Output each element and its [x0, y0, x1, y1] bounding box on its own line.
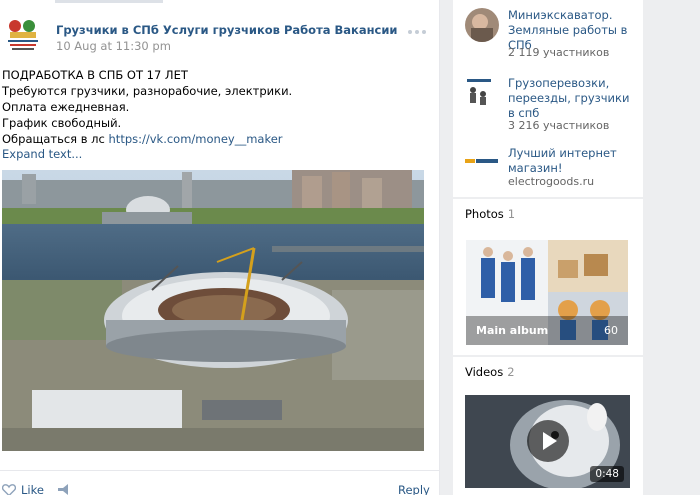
expand-text-link[interactable]: Expand text...	[2, 147, 82, 161]
videos-count: 2	[507, 365, 515, 379]
album-name: Main album	[476, 324, 549, 337]
post-text-line: Оплата ежедневная.	[2, 100, 130, 114]
group-item[interactable]: Грузоперевозки, переезды, грузчики в спб…	[465, 76, 637, 136]
groups-list: Миниэкскаватор. Земляные работы в СПб 2 …	[453, 0, 643, 197]
group-name[interactable]: Лучший интернет магазин!	[508, 146, 636, 176]
photos-header[interactable]: Photos 1	[465, 207, 515, 221]
more-options-icon[interactable]	[408, 30, 426, 36]
group-site: electrogoods.ru	[508, 175, 595, 188]
videos-block: Videos 2 0:48	[453, 357, 643, 495]
group-avatar[interactable]	[2, 13, 44, 55]
post-photo[interactable]	[2, 170, 424, 451]
album-count: 60	[604, 324, 618, 337]
post-text-line: Требуются грузчики, разнорабочие, электр…	[2, 84, 293, 98]
photos-count: 1	[507, 207, 516, 221]
photos-title: Photos	[465, 207, 504, 221]
group-item[interactable]: Лучший интернет магазин! electrogoods.ru	[465, 146, 637, 192]
post-author-link[interactable]: Грузчики в СПб Услуги грузчиков Работа В…	[56, 23, 398, 37]
like-label: Like	[21, 483, 44, 495]
post-link[interactable]: https://vk.com/money__maker	[109, 132, 283, 146]
photos-block: Photos 1 Main album 60	[453, 199, 643, 355]
tab-indicator	[55, 0, 163, 3]
post-actions: Like Reply	[0, 470, 440, 495]
post-text-line: График свободный.	[2, 116, 122, 130]
videos-header[interactable]: Videos 2	[465, 365, 515, 379]
electrogoods-logo[interactable]	[465, 152, 499, 170]
group-members: 2 119 участников	[508, 46, 610, 59]
movers-avatar[interactable]	[465, 76, 499, 110]
like-button[interactable]: Like	[2, 483, 44, 495]
group-item[interactable]: Миниэкскаватор. Земляные работы в СПб 2 …	[465, 8, 637, 68]
play-icon[interactable]	[527, 420, 569, 462]
main-album[interactable]: Main album 60	[466, 240, 628, 345]
videos-title: Videos	[465, 365, 504, 379]
excavator-avatar[interactable]	[465, 8, 499, 42]
post-text-line: Обращаться в лс https://vk.com/money__ma…	[2, 132, 283, 146]
post-text-line: ПОДРАБОТКА В СПБ ОТ 17 ЛЕТ	[2, 68, 188, 82]
share-icon[interactable]	[58, 484, 72, 495]
group-members: 3 216 участников	[508, 119, 610, 132]
post-text: ПОДРАБОТКА В СПБ ОТ 17 ЛЕТ Требуются гру…	[2, 67, 432, 147]
video-duration: 0:48	[590, 466, 624, 482]
wall-post: Грузчики в СПб Услуги грузчиков Работа В…	[0, 0, 440, 495]
post-date[interactable]: 10 Aug at 11:30 pm	[56, 39, 171, 53]
group-name[interactable]: Грузоперевозки, переезды, грузчики в спб	[508, 76, 636, 121]
post-header: Грузчики в СПб Услуги грузчиков Работа В…	[0, 10, 440, 60]
reply-button[interactable]: Reply	[398, 483, 430, 495]
heart-icon	[2, 484, 16, 495]
video-thumbnail[interactable]: 0:48	[465, 395, 630, 488]
